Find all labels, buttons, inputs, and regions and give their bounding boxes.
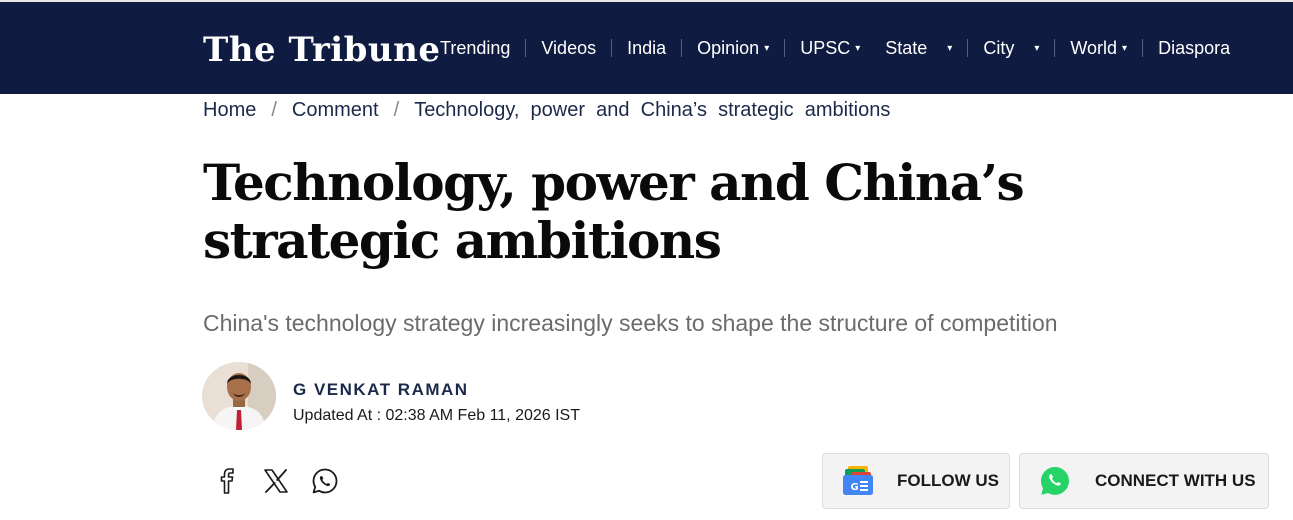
svg-text:G: G (851, 482, 859, 493)
nav-separator (967, 39, 969, 57)
nav-item-label: State (885, 37, 928, 58)
article-subheadline: China's technology strategy increasingly… (203, 310, 1058, 336)
nav-item-india[interactable]: India (627, 38, 666, 59)
share-facebook-button[interactable] (211, 465, 243, 497)
nav-item-trending[interactable]: Trending (440, 38, 510, 59)
caret-down-icon: ▾ (1034, 42, 1040, 54)
breadcrumb-section[interactable]: Comment (292, 99, 379, 122)
nav-separator (1142, 39, 1144, 57)
breadcrumb: Home / Comment / Technology, power and C… (203, 99, 890, 122)
main-nav: Trending Videos India Opinion ▾ UPSC ▾ Sta… (440, 2, 1230, 94)
facebook-icon (220, 468, 234, 494)
nav-separator (681, 39, 683, 57)
nav-item-label: Videos (541, 37, 597, 58)
x-icon (264, 469, 288, 493)
follow-us-label: FOLLOW US (897, 471, 999, 490)
page-title: Technology, power and China’s strategic … (203, 153, 1025, 270)
nav-item-diaspora[interactable]: Diaspora (1158, 38, 1230, 59)
whatsapp-icon (1041, 467, 1069, 495)
avatar-photo (202, 362, 276, 430)
caret-down-icon: ▾ (764, 42, 770, 54)
follow-us-button[interactable]: G FOLLOW US (822, 453, 1010, 509)
author-avatar[interactable] (202, 362, 276, 430)
nav-item-city[interactable]: City ▾ (983, 38, 1039, 59)
author-name[interactable]: G VENKAT RAMAN (293, 380, 469, 400)
nav-item-world[interactable]: World ▾ (1070, 38, 1127, 59)
nav-item-upsc[interactable]: UPSC ▾ (800, 38, 860, 59)
updated-timestamp: Updated At : 02:38 AM Feb 11, 2026 IST (293, 407, 580, 424)
breadcrumb-current: Technology, power and China’s strategic … (414, 99, 891, 121)
nav-item-label: City (983, 37, 1015, 58)
nav-item-videos[interactable]: Videos (541, 38, 596, 59)
site-header: The Tribune Trending Videos India Opinio… (0, 2, 1293, 94)
nav-separator (1054, 39, 1056, 57)
whatsapp-icon (312, 468, 338, 494)
nav-separator (611, 39, 613, 57)
site-logo[interactable]: The Tribune (203, 30, 441, 70)
share-x-button[interactable] (260, 465, 292, 497)
nav-item-label: Trending (440, 37, 511, 58)
breadcrumb-home[interactable]: Home (203, 99, 256, 122)
connect-with-us-button[interactable]: CONNECT WITH US (1019, 453, 1269, 509)
connect-with-us-label: CONNECT WITH US (1095, 471, 1256, 490)
nav-item-label: Opinion (697, 37, 760, 58)
google-news-icon: G (843, 466, 873, 495)
nav-separator (784, 39, 786, 57)
nav-item-label: UPSC (800, 37, 851, 58)
nav-item-label: India (627, 37, 667, 58)
nav-item-label: Diaspora (1158, 37, 1231, 58)
caret-down-icon: ▾ (947, 42, 953, 54)
nav-item-state[interactable]: State ▾ (885, 38, 952, 59)
nav-separator (525, 39, 527, 57)
breadcrumb-separator: / (393, 99, 400, 121)
breadcrumb-separator: / (271, 99, 277, 121)
nav-item-opinion[interactable]: Opinion ▾ (697, 38, 769, 59)
nav-item-label: World (1070, 37, 1118, 58)
share-whatsapp-button[interactable] (309, 465, 341, 497)
caret-down-icon: ▾ (855, 42, 861, 54)
caret-down-icon: ▾ (1122, 42, 1128, 54)
